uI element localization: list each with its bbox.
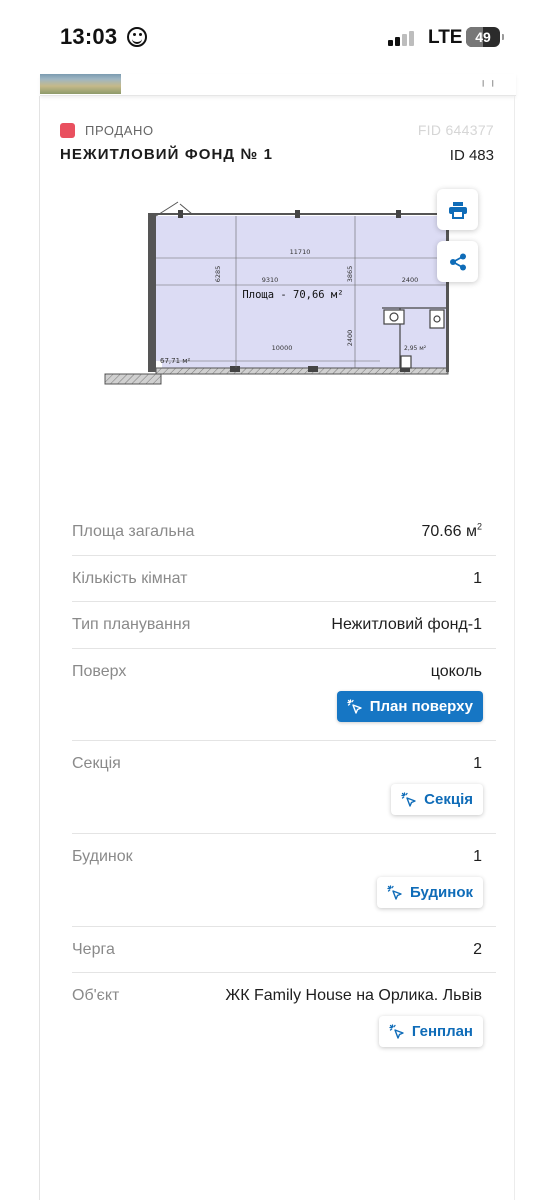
detail-label: Кількість кімнат <box>72 570 188 587</box>
detail-label: Площа загальна <box>72 523 195 540</box>
print-button[interactable] <box>437 189 478 230</box>
building-thumbnail[interactable] <box>40 74 121 94</box>
section-button-label: Секція <box>424 791 473 808</box>
building-button-label: Будинок <box>409 884 473 901</box>
detail-row-section: Секція 1 Секція <box>72 741 496 834</box>
building-button[interactable]: Будинок <box>376 877 483 908</box>
detail-label: Тип планування <box>72 616 191 633</box>
listing-id: ID 483 <box>449 147 494 164</box>
smiley-icon <box>127 27 147 47</box>
share-button[interactable] <box>437 241 478 282</box>
detail-value: 2 <box>473 941 482 958</box>
floor-plan-wall-left <box>148 214 156 372</box>
dimension-label: 9310 <box>262 276 279 284</box>
detail-row-area: Площа загальна 70.66 м2 <box>72 509 496 556</box>
wc-area-label: 2,95 м² <box>404 345 427 352</box>
detail-row-layout-type: Тип планування Нежитловий фонд-1 <box>72 602 496 649</box>
network-type: LTE <box>428 27 463 48</box>
dimension-label: 3865 <box>346 266 354 283</box>
card-border-left <box>39 96 40 1200</box>
fid-label: FID 644377 <box>417 122 494 138</box>
card-border-right <box>514 96 515 1200</box>
cellular-signal-icon <box>388 30 420 46</box>
detail-value: 70.66 м2 <box>421 521 483 540</box>
floor-plan-button[interactable]: План поверху <box>336 691 483 722</box>
cursor-click-icon <box>389 1023 404 1039</box>
detail-label: Секція <box>72 755 121 772</box>
cursor-click-icon <box>401 791 416 807</box>
detail-value: 1 <box>473 755 482 772</box>
status-indicator-dot <box>60 123 75 138</box>
detail-label: Будинок <box>72 848 133 865</box>
detail-row-building: Будинок 1 Будинок <box>72 834 496 927</box>
detail-row-object: Об'єкт ЖК Family House на Орлика. Львів … <box>72 973 496 1063</box>
detail-row-floor: Поверх цоколь План поверху <box>72 649 496 741</box>
detail-value: ЖК Family House на Орлика. Львів <box>225 987 482 1004</box>
room-area-label: 67,71 м² <box>160 357 191 365</box>
status-label: ПРОДАНО <box>85 123 154 138</box>
master-plan-button[interactable]: Генплан <box>378 1016 483 1047</box>
detail-value: 1 <box>473 570 482 587</box>
master-plan-button-label: Генплан <box>411 1023 473 1040</box>
detail-label: Поверх <box>72 663 127 680</box>
plan-area-label: Площа - 70,66 м² <box>242 289 343 301</box>
section-button[interactable]: Секція <box>391 784 483 815</box>
detail-row-rooms: Кількість кімнат 1 <box>72 556 496 602</box>
top-strip-glyph: ╷ ╷ <box>479 75 496 87</box>
dimension-label: 10000 <box>272 344 293 352</box>
dimension-label: 2400 <box>402 276 419 284</box>
dimension-label: 2400 <box>346 330 354 347</box>
status-bar: 13:03 LTE 49 <box>0 0 553 74</box>
dimension-label: 11710 <box>290 248 311 256</box>
share-icon <box>449 253 466 270</box>
page-title: НЕЖИТЛОВИЙ ФОНД № 1 <box>60 146 274 163</box>
detail-label: Об'єкт <box>72 987 120 1004</box>
status-time: 13:03 <box>60 24 118 49</box>
details-table: Площа загальна 70.66 м2 Кількість кімнат… <box>72 509 496 1063</box>
printer-icon <box>448 201 467 219</box>
battery-level: 49 <box>475 29 491 45</box>
cursor-click-icon <box>347 698 362 714</box>
detail-value: цоколь <box>430 663 482 680</box>
dimension-label: 6285 <box>214 266 222 283</box>
cursor-click-icon <box>387 884 402 900</box>
floor-plan-image[interactable]: 11710 9310 2400 10000 6285 3865 2400 Пло… <box>100 196 460 392</box>
detail-row-queue: Черга 2 <box>72 927 496 973</box>
battery-icon: 49 <box>466 27 504 47</box>
detail-value: Нежитловий фонд-1 <box>331 616 482 633</box>
detail-label: Черга <box>72 941 115 958</box>
detail-value: 1 <box>473 848 482 865</box>
floor-plan-button-label: План поверху <box>369 698 473 715</box>
floor-plan-wall-right <box>446 214 449 372</box>
previous-card-strip: ╷ ╷ <box>40 74 516 96</box>
